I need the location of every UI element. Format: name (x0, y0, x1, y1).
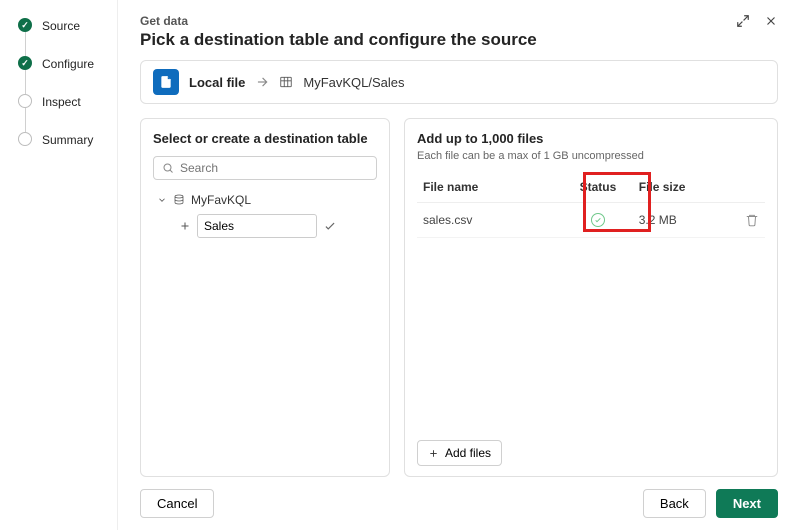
files-panel-subtitle: Each file can be a max of 1 GB uncompres… (405, 150, 777, 172)
col-status: Status (563, 172, 633, 203)
step-configure-label: Configure (42, 56, 94, 72)
files-table: File name Status File size sales.csv (417, 172, 765, 238)
add-files-button[interactable]: Add files (417, 440, 502, 466)
header-row: Get data Pick a destination table and co… (140, 14, 778, 60)
database-name: MyFavKQL (191, 193, 251, 207)
expand-icon[interactable] (736, 14, 750, 28)
step-configure[interactable]: Configure (18, 56, 107, 94)
search-icon (162, 162, 174, 174)
destination-search[interactable] (153, 156, 377, 180)
status-ok-icon (591, 213, 605, 227)
breadcrumb: Get data (140, 14, 537, 28)
destination-panel-title: Select or create a destination table (141, 119, 389, 150)
delete-file-icon[interactable] (739, 203, 765, 238)
arrow-right-icon (255, 75, 269, 89)
page-title: Pick a destination table and configure t… (140, 30, 537, 50)
step-configure-indicator (18, 56, 32, 70)
panels-row: Select or create a destination table MyF… (140, 118, 778, 477)
local-file-icon (153, 69, 179, 95)
source-type-label: Local file (189, 75, 245, 90)
step-source[interactable]: Source (18, 18, 107, 56)
database-icon (173, 193, 185, 207)
step-summary[interactable]: Summary (18, 132, 107, 148)
step-inspect-label: Inspect (42, 94, 81, 110)
step-inspect-indicator (18, 94, 32, 108)
col-filename: File name (417, 172, 563, 203)
files-panel-body: File name Status File size sales.csv (405, 172, 777, 432)
confirm-table-icon[interactable] (323, 219, 337, 233)
close-icon[interactable] (764, 14, 778, 28)
file-status-cell (563, 203, 633, 238)
destination-path: MyFavKQL/Sales (303, 75, 404, 90)
search-input[interactable] (180, 161, 368, 175)
chevron-down-icon (157, 195, 167, 205)
step-source-indicator (18, 18, 32, 32)
new-table-input[interactable] (197, 214, 317, 238)
back-button[interactable]: Back (643, 489, 706, 518)
plus-icon[interactable] (179, 220, 191, 232)
table-icon (279, 75, 293, 89)
table-row: sales.csv 3.2 MB (417, 203, 765, 238)
files-panel: Add up to 1,000 files Each file can be a… (404, 118, 778, 477)
step-inspect[interactable]: Inspect (18, 94, 107, 132)
new-table-row (179, 214, 377, 238)
file-size-cell: 3.2 MB (633, 203, 739, 238)
files-panel-title: Add up to 1,000 files (405, 119, 777, 150)
source-bar: Local file MyFavKQL/Sales (140, 60, 778, 104)
add-files-label: Add files (445, 446, 491, 460)
step-source-label: Source (42, 18, 80, 34)
cancel-button[interactable]: Cancel (140, 489, 214, 518)
destination-panel: Select or create a destination table MyF… (140, 118, 390, 477)
next-button[interactable]: Next (716, 489, 778, 518)
col-filesize: File size (633, 172, 739, 203)
file-name-cell: sales.csv (417, 203, 563, 238)
destination-tree: MyFavKQL (141, 190, 389, 246)
database-row[interactable]: MyFavKQL (157, 190, 377, 210)
footer-actions: Cancel Back Next (140, 477, 778, 518)
wizard-stepper: Source Configure Inspect Summary (0, 0, 118, 530)
step-summary-label: Summary (42, 132, 93, 148)
step-summary-indicator (18, 132, 32, 146)
main-content: Get data Pick a destination table and co… (118, 0, 800, 530)
plus-icon (428, 448, 439, 459)
